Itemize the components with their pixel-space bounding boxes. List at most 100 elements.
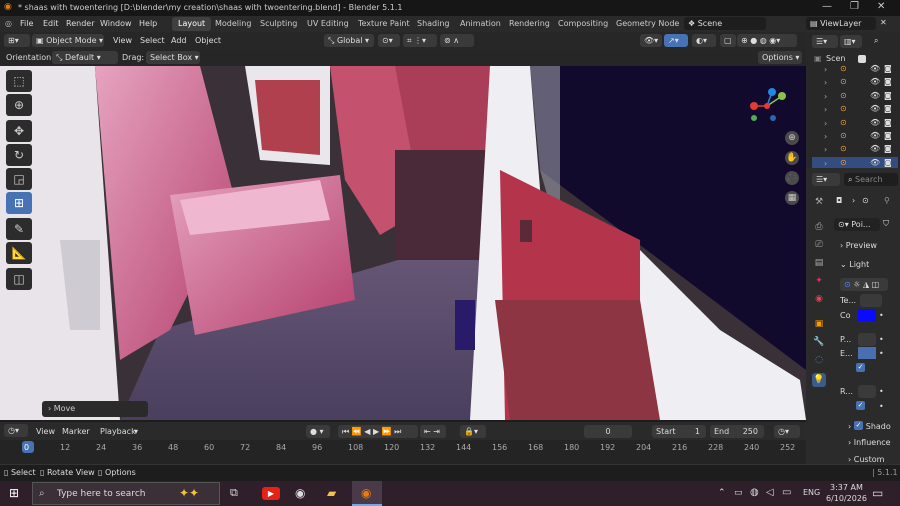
expand-chevron-icon[interactable]: ›: [824, 159, 827, 168]
temperature-field[interactable]: [860, 294, 882, 307]
perspective-toggle-icon[interactable]: ▦: [785, 191, 799, 205]
properties-editor-type-button[interactable]: ☰▾: [812, 173, 840, 186]
rotate-tool-icon[interactable]: ↻: [6, 144, 32, 166]
outliner-display-mode-button[interactable]: ▥▾: [840, 35, 862, 48]
expand-chevron-icon[interactable]: ›: [824, 65, 827, 74]
shadow-checkbox[interactable]: ✓: [854, 421, 863, 430]
scale-tool-icon[interactable]: ◲: [6, 168, 32, 190]
workspace-tab-texture-paint[interactable]: Texture Paint: [352, 17, 416, 31]
properties-search-input[interactable]: ⌕ Search: [844, 173, 898, 186]
end-frame-field[interactable]: End 250: [710, 425, 764, 438]
timeline-menu-marker[interactable]: Marker: [62, 427, 90, 436]
workspace-tab-animation[interactable]: Animation: [454, 17, 507, 31]
visibility-eye-icon[interactable]: 👁: [870, 64, 880, 73]
expand-chevron-icon[interactable]: ›: [824, 78, 827, 87]
exposure-field[interactable]: [858, 347, 876, 359]
influence-section-header[interactable]: › Influence: [848, 438, 891, 447]
scene-tab-icon[interactable]: ✦: [812, 274, 826, 288]
xray-button[interactable]: ▢: [720, 34, 736, 47]
playback-dropdown-icon[interactable]: ▾: [134, 427, 138, 436]
render-camera-icon[interactable]: ◙: [884, 64, 892, 73]
windows-start-icon[interactable]: ⊞: [9, 486, 19, 500]
file-explorer-app-icon[interactable]: ▰: [327, 486, 336, 500]
transform-orientation-selector[interactable]: ⤡ Global ▾: [324, 34, 374, 47]
outliner-light-row[interactable]: › ⊙ 👁 ◙: [812, 103, 898, 116]
expand-chevron-icon[interactable]: ›: [824, 119, 827, 128]
show-hidden-icons[interactable]: ⌃: [718, 488, 726, 498]
add-cube-tool-icon[interactable]: ◫: [6, 268, 32, 290]
options-dropdown[interactable]: Options ▾: [758, 51, 802, 64]
display-icon[interactable]: ▭: [782, 487, 791, 498]
object-tab-icon[interactable]: ▣: [812, 317, 826, 331]
radius-keyframe-dot[interactable]: •: [879, 387, 884, 396]
outliner-light-row[interactable]: › ⊙ 👁 ◙: [812, 76, 898, 89]
start-frame-field[interactable]: Start 1: [652, 425, 706, 438]
workspace-tab-compositing[interactable]: Compositing: [552, 17, 614, 31]
keying-set-button[interactable]: 🔒▾: [460, 425, 486, 438]
timeline-menu-playback[interactable]: Playback: [100, 427, 136, 436]
power-keyframe-dot[interactable]: •: [879, 335, 884, 344]
menu-file[interactable]: File: [20, 19, 33, 28]
youtube-app-icon[interactable]: ▶: [262, 487, 280, 500]
outliner-light-row[interactable]: › ⊙ 👁 ◙: [812, 117, 898, 130]
light-type-buttons[interactable]: ⊙ ☼ ◮ ◫: [840, 278, 888, 291]
menu-render[interactable]: Render: [66, 19, 94, 28]
notifications-icon[interactable]: ▭: [872, 486, 883, 500]
workspace-tab-rendering[interactable]: Rendering: [503, 17, 556, 31]
snap-button[interactable]: ⌗ ⋮▾: [403, 34, 437, 47]
outliner-search-icon[interactable]: ⌕: [874, 36, 878, 46]
shading-mode-buttons[interactable]: ⊕ ● ◍ ◉▾: [737, 34, 797, 47]
clock-date[interactable]: 6/10/2026: [826, 494, 867, 503]
blender-taskbar-button[interactable]: ◉: [352, 481, 382, 506]
view-layer-selector[interactable]: ▤ ViewLayer: [806, 17, 876, 30]
menu-window[interactable]: Window: [100, 19, 132, 28]
expand-chevron-icon[interactable]: ›: [824, 92, 827, 101]
render-camera-icon[interactable]: ◙: [884, 118, 892, 127]
3d-viewport[interactable]: [0, 66, 806, 420]
auto-keying-button[interactable]: ● ▾: [306, 425, 330, 438]
outliner-light-row[interactable]: › ⊙ 👁 ◙: [812, 63, 898, 76]
visibility-eye-icon[interactable]: 👁: [870, 158, 880, 167]
light-datablock-field[interactable]: ⊙▾ Poi...: [834, 218, 880, 231]
taskbar-search-box[interactable]: ⌕ Type here to search ✦✦: [32, 482, 220, 505]
pan-hand-icon[interactable]: ✋: [785, 151, 799, 165]
drag-selector[interactable]: Select Box ▾: [146, 51, 200, 64]
transform-tool-icon[interactable]: ⊞: [6, 192, 32, 214]
current-frame-field[interactable]: 0: [584, 425, 632, 438]
fake-user-shield-icon[interactable]: ⛉: [883, 219, 889, 229]
orientation-selector[interactable]: ⤡ Default ▾: [52, 51, 118, 64]
select-box-tool-icon[interactable]: ⬚: [6, 70, 32, 92]
mode-selector[interactable]: ▣ Object Mode ▾: [32, 34, 104, 47]
pivot-point-button[interactable]: ⊙▾: [378, 34, 400, 47]
expand-chevron-icon[interactable]: ›: [824, 145, 827, 154]
workspace-tab-shading[interactable]: Shading: [411, 17, 456, 31]
measure-tool-icon[interactable]: 📐: [6, 242, 32, 264]
network-icon[interactable]: ◍: [750, 487, 759, 498]
radius-field[interactable]: [858, 385, 876, 398]
viewport-menu-add[interactable]: Add: [171, 36, 187, 45]
chrome-app-icon[interactable]: ◉: [295, 486, 305, 500]
workspace-tab-geometry-nodes[interactable]: Geometry Node: [610, 17, 685, 31]
camera-view-icon[interactable]: 🎥: [785, 171, 799, 185]
color-keyframe-dot[interactable]: •: [879, 311, 884, 320]
exclude-checkbox[interactable]: [858, 55, 866, 63]
exposure-keyframe-dot[interactable]: •: [879, 349, 884, 358]
viewport-menu-select[interactable]: Select: [140, 36, 165, 45]
timeline-menu-view[interactable]: View: [36, 427, 55, 436]
workspace-tab-uv-editing[interactable]: UV Editing: [301, 17, 355, 31]
light-option-checkbox[interactable]: ✓: [856, 363, 865, 372]
visibility-eye-icon[interactable]: 👁: [870, 104, 880, 113]
render-camera-icon[interactable]: ◙: [884, 104, 892, 113]
task-view-icon[interactable]: ⧉: [230, 486, 238, 500]
workspace-tab-sculpting[interactable]: Sculpting: [254, 17, 303, 31]
soft-falloff-keyframe-dot[interactable]: •: [879, 402, 884, 411]
light-section-header[interactable]: ⌄ Light: [840, 260, 869, 269]
gizmo-toggle-button[interactable]: ↗▾: [664, 34, 688, 47]
viewport-menu-object[interactable]: Object: [195, 36, 221, 45]
volume-icon[interactable]: ◁: [766, 487, 774, 498]
timeline-editor-type-button[interactable]: ◷▾: [4, 424, 28, 437]
zoom-icon[interactable]: ⊕: [785, 131, 799, 145]
light-color-swatch[interactable]: [858, 309, 876, 321]
outliner-editor-type-button[interactable]: ☰▾: [812, 35, 838, 48]
keyframe-jump-buttons[interactable]: ⇤ ⇥: [420, 425, 446, 438]
